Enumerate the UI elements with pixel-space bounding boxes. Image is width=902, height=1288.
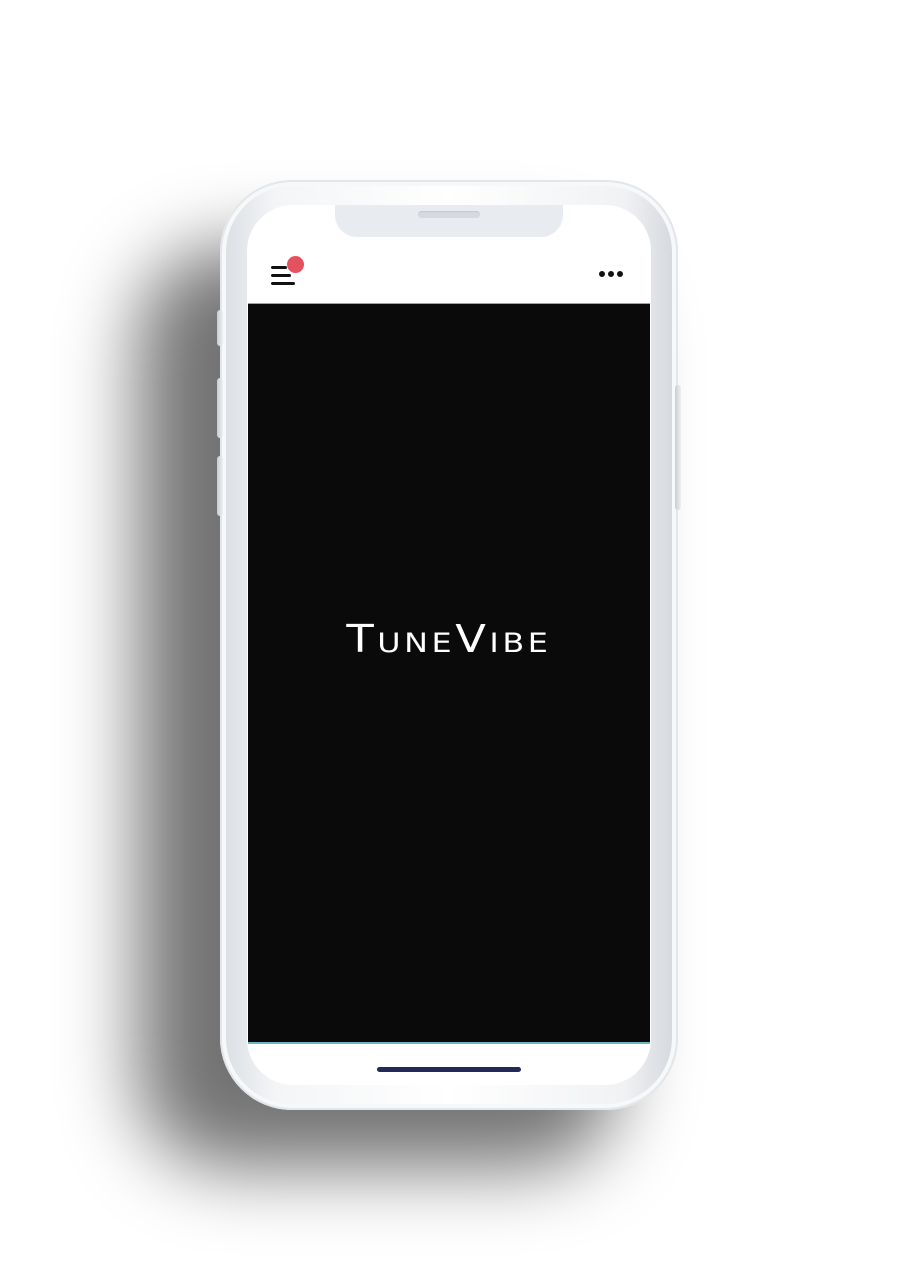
notch <box>335 205 563 237</box>
volume-down-button <box>217 456 223 516</box>
mockup-stage: TuneVibe <box>0 0 902 1288</box>
phone-screen: TuneVibe <box>247 205 651 1085</box>
more-dot <box>599 271 605 277</box>
home-indicator[interactable] <box>377 1067 521 1072</box>
app-top-bar <box>247 247 651 303</box>
speaker-grille <box>418 211 480 218</box>
menu-line <box>271 274 291 277</box>
phone-frame: TuneVibe <box>217 180 681 1110</box>
brand-logo-text: TuneVibe <box>346 617 552 661</box>
hamburger-menu-icon[interactable] <box>271 256 304 288</box>
more-dot <box>617 271 623 277</box>
more-horizontal-icon[interactable] <box>599 269 623 279</box>
menu-line <box>271 282 295 285</box>
menu-line <box>271 266 287 269</box>
more-dot <box>608 271 614 277</box>
notification-dot-icon <box>287 256 304 273</box>
volume-up-button <box>217 378 223 438</box>
power-button <box>675 385 681 510</box>
splash-screen: TuneVibe <box>248 303 650 1044</box>
mute-switch <box>217 310 223 346</box>
